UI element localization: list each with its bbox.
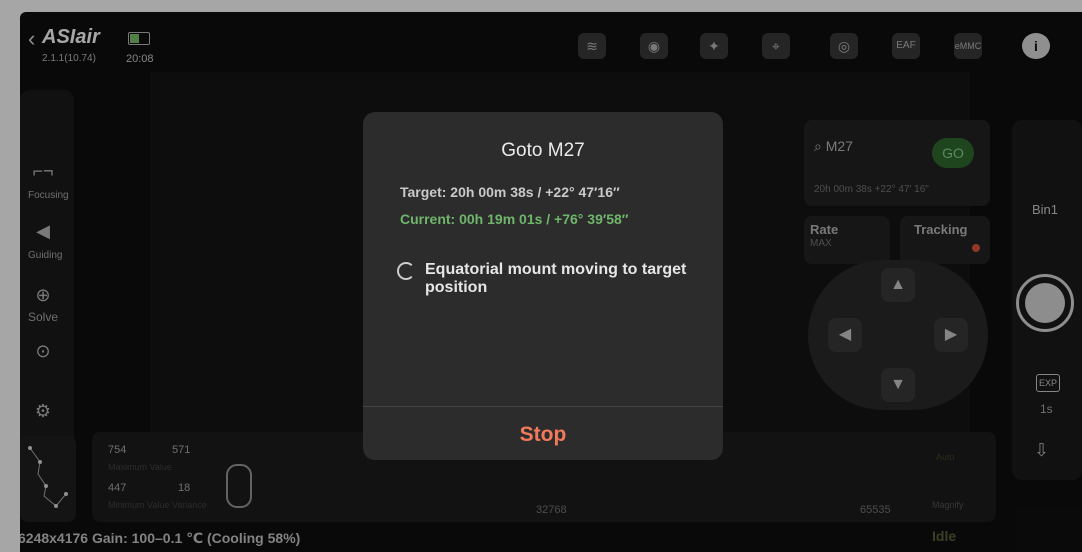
current-coordinates: Current: 00h 19m 01s / +76° 39′58″: [400, 211, 629, 227]
dialog-divider: [363, 406, 723, 407]
stop-button[interactable]: Stop: [363, 418, 723, 452]
goto-status-text: Equatorial mount moving to target positi…: [425, 261, 687, 296]
loading-spinner-icon: [397, 262, 415, 280]
dialog-title: Goto M27: [501, 140, 585, 161]
target-coordinates: Target: 20h 00m 38s / +22° 47′16″: [400, 184, 620, 200]
goto-dialog: Goto M27 Target: 20h 00m 38s / +22° 47′1…: [363, 112, 723, 460]
